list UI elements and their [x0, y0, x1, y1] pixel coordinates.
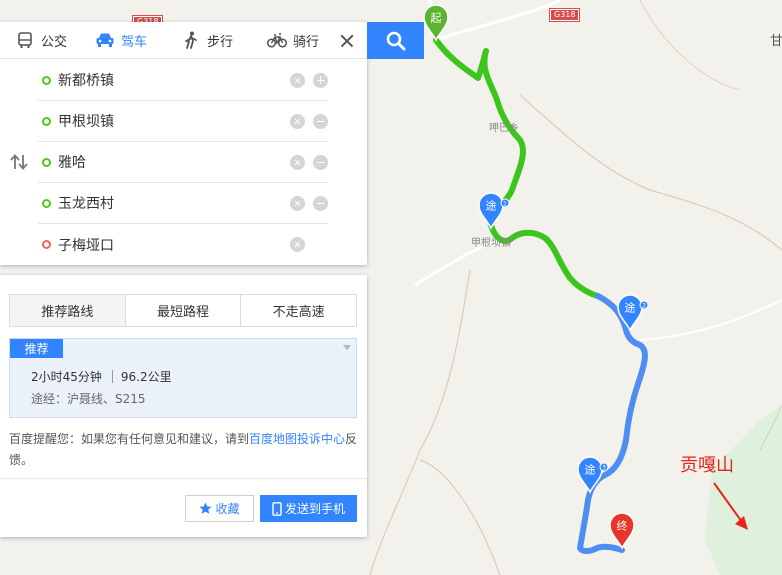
place-label-jiagenba: 甲根坝镇	[471, 238, 511, 249]
waypoint-start[interactable]: 新都桥镇	[38, 60, 328, 101]
complaint-center-link[interactable]: 百度地图投诉中心	[249, 432, 345, 446]
send-label: 发送到手机	[284, 502, 345, 516]
divider	[111, 370, 113, 383]
waypoint-via[interactable]: 甲根坝镇	[38, 101, 328, 142]
remove-waypoint-icon[interactable]	[313, 195, 328, 211]
favorite-label: 收藏	[215, 502, 240, 516]
car-icon	[95, 31, 115, 49]
tab-shortest[interactable]: 最短路程	[124, 295, 241, 326]
svg-text:途: 途	[486, 199, 497, 213]
feedback-tip: 百度提醒您：如果您有任何意见和建议，请到百度地图投诉中心反馈。	[9, 429, 361, 471]
tab-recommended[interactable]: 推荐路线	[10, 295, 125, 326]
end-dot-icon	[42, 240, 51, 249]
start-dot-icon	[42, 75, 51, 85]
place-label-corner: 甘	[770, 34, 782, 49]
walk-icon	[181, 31, 201, 49]
route-distance: 96.2公里	[120, 370, 172, 384]
place-label-zhaba: 呷巴乡	[489, 123, 519, 134]
via-dot-icon	[42, 157, 51, 167]
search-button[interactable]	[367, 22, 424, 59]
bus-icon	[15, 31, 35, 49]
phone-icon	[272, 501, 282, 516]
via-dot-icon	[42, 198, 51, 208]
tab-bus-label: 公交	[41, 34, 68, 50]
waypoint-name[interactable]: 雅哈	[58, 152, 282, 172]
delete-waypoint-icon[interactable]	[290, 154, 305, 170]
delete-waypoint-icon[interactable]	[290, 195, 305, 211]
tab-walk-label: 步行	[207, 34, 234, 50]
tab-no-highway[interactable]: 不走高速	[240, 295, 357, 326]
route-card[interactable]: 推荐 2小时45分钟 96.2公里 途经：沪聂线、S215	[9, 338, 357, 418]
tab-drive-label: 驾车	[121, 34, 148, 50]
tab-bike[interactable]: 骑行	[267, 22, 319, 59]
waypoint-via[interactable]: 玉龙西村	[38, 183, 328, 224]
via-dot-icon	[42, 116, 51, 126]
route-preference-tabs: 推荐路线 最短路程 不走高速	[9, 294, 357, 327]
svg-text:1: 1	[503, 201, 507, 208]
svg-text:2: 2	[642, 303, 646, 310]
annotation-label-gongga: 贡嘎山	[680, 455, 734, 476]
route-summary: 2小时45分钟 96.2公里	[31, 368, 172, 385]
route-planner-panel: 公交 驾车 步行 骑行 新都桥镇 甲根坝镇 雅哈 玉龙西村 子梅垭口	[0, 22, 367, 265]
delete-waypoint-icon[interactable]	[290, 72, 305, 88]
end-marker-label: 终	[617, 519, 628, 533]
waypoint-via[interactable]: 雅哈	[38, 142, 328, 183]
add-waypoint-icon[interactable]	[313, 72, 328, 88]
tab-drive[interactable]: 驾车	[95, 22, 147, 59]
remove-waypoint-icon[interactable]	[313, 113, 328, 129]
recommend-badge: 推荐	[10, 339, 63, 358]
start-marker-label: 起	[431, 12, 442, 25]
tab-walk[interactable]: 步行	[181, 22, 233, 59]
star-icon	[199, 502, 213, 515]
route-duration: 2小时45分钟	[31, 370, 102, 384]
delete-waypoint-icon[interactable]	[290, 237, 305, 252]
route-result-panel: 推荐路线 最短路程 不走高速 推荐 2小时45分钟 96.2公里 途经：沪聂线、…	[0, 275, 367, 537]
svg-text:3: 3	[602, 465, 606, 472]
waypoint-end[interactable]: 子梅垭口	[38, 224, 328, 265]
chevron-down-icon[interactable]	[343, 345, 351, 350]
road-shield-g318: G318	[548, 8, 581, 22]
swap-icon[interactable]	[9, 153, 29, 171]
waypoint-name[interactable]: 子梅垭口	[58, 235, 282, 255]
tab-bus[interactable]: 公交	[15, 22, 67, 59]
divider	[0, 478, 367, 479]
tab-bike-label: 骑行	[293, 34, 320, 50]
waypoint-name[interactable]: 玉龙西村	[58, 193, 282, 213]
route-via: 途经：沪聂线、S215	[31, 392, 146, 406]
svg-text:途: 途	[585, 463, 596, 477]
svg-text:途: 途	[625, 301, 636, 315]
search-icon	[386, 31, 405, 50]
close-button[interactable]	[333, 28, 361, 54]
send-to-phone-button[interactable]: 发送到手机	[260, 495, 357, 522]
travel-mode-bar: 公交 驾车 步行 骑行	[0, 22, 367, 59]
tip-text: 百度提醒您：如果您有任何意见和建议，请到	[9, 432, 250, 446]
waypoint-name[interactable]: 甲根坝镇	[58, 111, 282, 131]
waypoint-name[interactable]: 新都桥镇	[58, 70, 282, 90]
remove-waypoint-icon[interactable]	[313, 154, 328, 170]
bike-icon	[267, 31, 288, 49]
delete-waypoint-icon[interactable]	[290, 113, 305, 129]
favorite-button[interactable]: 收藏	[185, 495, 254, 522]
